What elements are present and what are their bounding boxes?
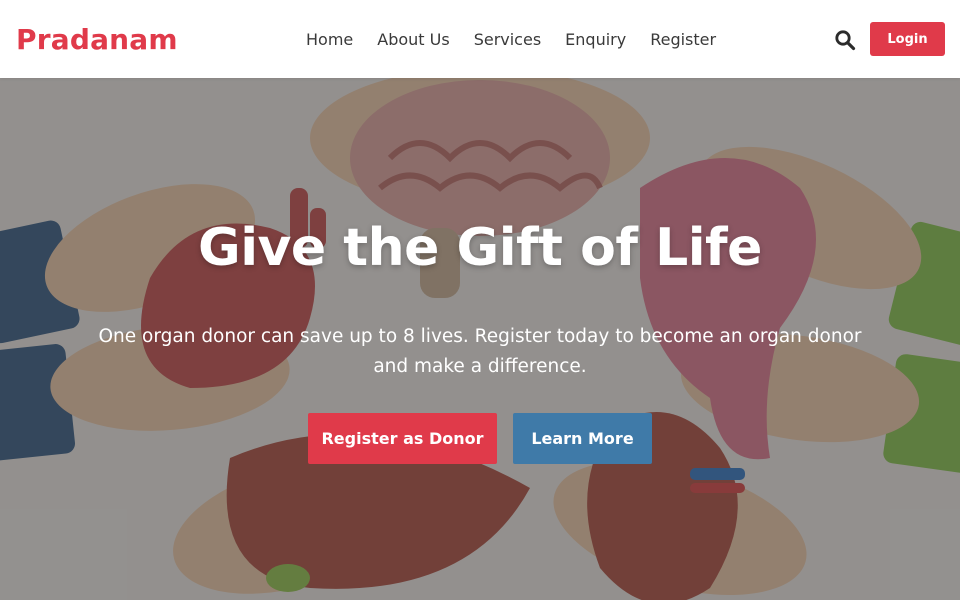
nav-item-about-us[interactable]: About Us	[377, 30, 449, 49]
nav-item-enquiry[interactable]: Enquiry	[565, 30, 626, 49]
register-donor-button[interactable]: Register as Donor	[308, 413, 497, 464]
search-button[interactable]	[834, 29, 856, 51]
nav-item-home[interactable]: Home	[306, 30, 353, 49]
main-nav: Home About Us Services Enquiry Register	[306, 0, 740, 78]
login-button[interactable]: Login	[870, 22, 945, 56]
hero-section: Give the Gift of Life One organ donor ca…	[0, 78, 960, 600]
brand-logo[interactable]: Pradanam	[16, 23, 178, 56]
hero-subtitle: One organ donor can save up to 8 lives. …	[98, 326, 862, 377]
learn-more-button[interactable]: Learn More	[513, 413, 652, 464]
search-icon	[835, 30, 856, 51]
nav-item-register[interactable]: Register	[650, 30, 716, 49]
nav-item-services[interactable]: Services	[474, 30, 541, 49]
hero-title: Give the Gift of Life	[198, 218, 762, 278]
site-header: Pradanam Home About Us Services Enquiry …	[0, 0, 960, 78]
